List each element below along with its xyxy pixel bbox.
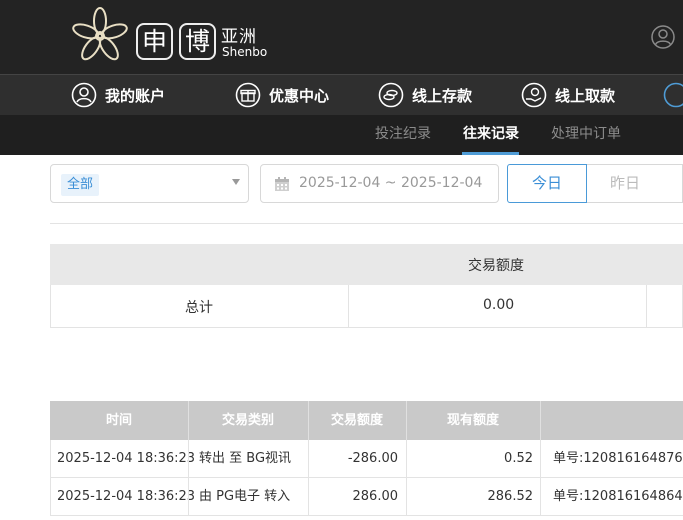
flower-logo-icon (72, 7, 128, 61)
cell-reference: 单号:120816164864 (553, 489, 683, 504)
sub-nav: 投注纪录 往来记录 处理中订单 (0, 115, 683, 155)
nav-label: 优惠中心 (269, 86, 330, 105)
logo-region-text: 亚洲 (221, 27, 257, 47)
summary-divider (348, 285, 349, 327)
logo-char-2: 博 (179, 23, 216, 60)
gift-icon (235, 82, 261, 108)
col-amount: 交易额度 (330, 413, 383, 428)
nav-label: 我的账户 (105, 86, 166, 105)
calendar-icon (275, 177, 289, 191)
cell-balance: 286.52 (487, 489, 534, 504)
active-tab-indicator (462, 152, 519, 155)
summary-divider (646, 285, 647, 327)
nav-withdraw[interactable]: 线上取款 (521, 75, 615, 115)
deposit-coin-icon (378, 82, 404, 108)
tab-transactions[interactable]: 往来记录 (463, 115, 519, 155)
cell-divider (540, 440, 541, 477)
divider (50, 223, 683, 224)
date-range-text: 2025-12-04 ~ 2025-12-04 (299, 175, 483, 191)
top-header: 申 博 亚洲 Shenbo (0, 0, 683, 74)
main-nav: 我的账户 优惠中心 线上存款 线上取款 (0, 74, 683, 115)
date-range-picker[interactable]: 2025-12-04 ~ 2025-12-04 (260, 164, 499, 203)
yesterday-button[interactable]: 昨日 (587, 164, 683, 203)
tab-bet-records[interactable]: 投注纪录 (375, 115, 431, 155)
nav-deposit[interactable]: 线上存款 (378, 75, 472, 115)
cell-divider (188, 478, 189, 515)
nav-promotions[interactable]: 优惠中心 (235, 75, 329, 115)
user-profile-icon[interactable] (651, 25, 675, 49)
more-nav-icon[interactable] (663, 82, 683, 108)
cell-amount: 286.00 (352, 489, 399, 504)
cell-balance: 0.52 (504, 451, 533, 466)
cell-type: 由 PG电子 转入 (199, 489, 291, 504)
selected-type-tag: 全部 (61, 174, 100, 196)
col-time: 时间 (105, 413, 132, 428)
tab-pending-orders[interactable]: 处理中订单 (551, 115, 621, 155)
logo-english-text: Shenbo (222, 45, 268, 59)
summary-total-value: 0.00 (483, 297, 515, 313)
table-header: 时间 交易类别 交易额度 现有额度 (50, 401, 683, 440)
user-circle-icon (71, 82, 97, 108)
col-type: 交易类别 (221, 413, 274, 428)
logo-char-1: 申 (136, 23, 173, 60)
nav-my-account[interactable]: 我的账户 (71, 75, 165, 115)
table-row: 2025-12-04 18:36:23 转出 至 BG视讯 -286.00 0.… (50, 440, 683, 478)
summary-header: 交易额度 (50, 244, 683, 285)
summary-header-label: 交易额度 (468, 258, 524, 274)
transaction-type-select[interactable]: 全部 (50, 164, 249, 203)
cell-divider (540, 478, 541, 515)
col-divider (540, 401, 541, 440)
summary-total-label: 总计 (185, 300, 213, 316)
today-button[interactable]: 今日 (507, 164, 587, 203)
col-balance: 现有额度 (446, 413, 499, 428)
nav-label: 线上取款 (555, 86, 616, 105)
cell-time: 2025-12-04 18:36:23 (57, 451, 196, 466)
cell-type: 转出 至 BG视讯 (199, 451, 292, 466)
summary-row: 总计 0.00 (50, 285, 683, 328)
cell-divider (188, 440, 189, 477)
cell-amount: -286.00 (347, 451, 398, 466)
table-row: 2025-12-04 18:36:23 由 PG电子 转入 286.00 286… (50, 478, 683, 516)
cell-time: 2025-12-04 18:36:23 (57, 489, 196, 504)
withdraw-hand-icon (521, 82, 547, 108)
nav-label: 线上存款 (412, 86, 473, 105)
cell-reference: 单号:120816164876 (553, 451, 683, 466)
chevron-down-icon (232, 179, 240, 185)
